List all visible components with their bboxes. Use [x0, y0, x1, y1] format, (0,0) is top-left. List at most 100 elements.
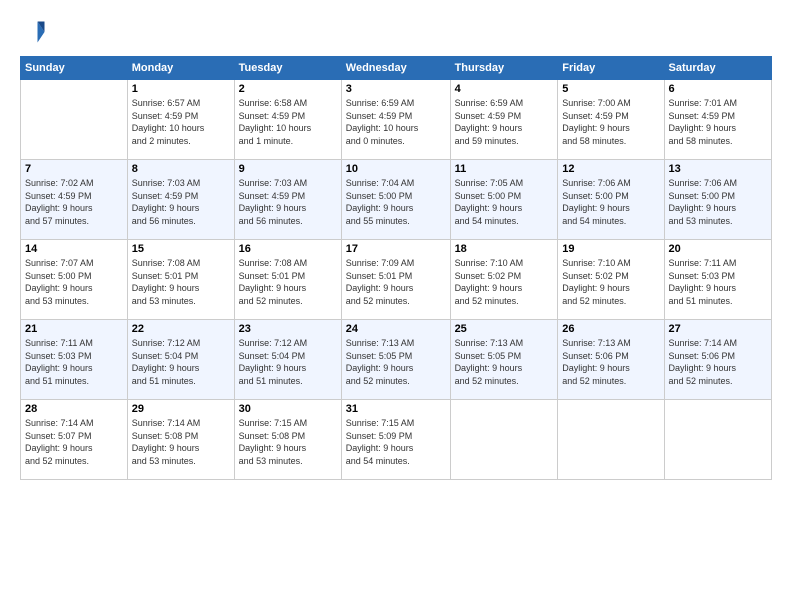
day-info: Sunrise: 6:59 AM Sunset: 4:59 PM Dayligh… — [455, 97, 554, 147]
day-number: 4 — [455, 83, 554, 95]
day-info: Sunrise: 7:09 AM Sunset: 5:01 PM Dayligh… — [346, 257, 446, 307]
calendar-cell: 6Sunrise: 7:01 AM Sunset: 4:59 PM Daylig… — [664, 80, 771, 160]
day-info: Sunrise: 7:06 AM Sunset: 5:00 PM Dayligh… — [562, 177, 659, 227]
calendar-cell: 19 Sunrise: 7:10 AM Sunset: 5:02 PM Dayli… — [558, 240, 664, 320]
day-number: 29 — [132, 403, 230, 415]
day-number: 10 — [346, 163, 446, 175]
calendar-cell: 29 Sunrise: 7:14 AM Sunset: 5:08 PM Dayli… — [127, 400, 234, 480]
calendar-cell: 27 Sunrise: 7:14 AM Sunset: 5:06 PM Dayli… — [664, 320, 771, 400]
day-number: 23 — [239, 323, 337, 335]
day-info: Sunrise: 7:14 AM Sunset: 5:08 PM Dayligh… — [132, 417, 230, 467]
calendar-cell: 28 Sunrise: 7:14 AM Sunset: 5:07 PM Dayli… — [21, 400, 128, 480]
day-of-week-header: Tuesday — [234, 57, 341, 80]
day-number: 19 — [562, 243, 659, 255]
day-of-week-header: Sunday — [21, 57, 128, 80]
calendar-table: SundayMondayTuesdayWednesdayThursdayFrid… — [20, 56, 772, 480]
calendar-week-row: 28 Sunrise: 7:14 AM Sunset: 5:07 PM Dayli… — [21, 400, 772, 480]
day-number: 20 — [669, 243, 767, 255]
day-number: 2 — [239, 83, 337, 95]
day-number: 21 — [25, 323, 123, 335]
day-info: Sunrise: 7:03 AM Sunset: 4:59 PM Dayligh… — [239, 177, 337, 227]
day-info: Sunrise: 7:11 AM Sunset: 5:03 PM Dayligh… — [669, 257, 767, 307]
day-info: Sunrise: 7:08 AM Sunset: 5:01 PM Dayligh… — [239, 257, 337, 307]
day-info: Sunrise: 7:00 AM Sunset: 4:59 PM Dayligh… — [562, 97, 659, 147]
day-info: Sunrise: 7:12 AM Sunset: 5:04 PM Dayligh… — [132, 337, 230, 387]
calendar-cell: 23 Sunrise: 7:12 AM Sunset: 5:04 PM Dayli… — [234, 320, 341, 400]
day-info: Sunrise: 7:04 AM Sunset: 5:00 PM Dayligh… — [346, 177, 446, 227]
day-info: Sunrise: 7:15 AM Sunset: 5:08 PM Dayligh… — [239, 417, 337, 467]
day-info: Sunrise: 7:01 AM Sunset: 4:59 PM Dayligh… — [669, 97, 767, 147]
day-info: Sunrise: 7:07 AM Sunset: 5:00 PM Dayligh… — [25, 257, 123, 307]
calendar-cell — [450, 400, 558, 480]
day-info: Sunrise: 7:10 AM Sunset: 5:02 PM Dayligh… — [562, 257, 659, 307]
day-info: Sunrise: 7:13 AM Sunset: 5:06 PM Dayligh… — [562, 337, 659, 387]
day-number: 15 — [132, 243, 230, 255]
day-info: Sunrise: 7:05 AM Sunset: 5:00 PM Dayligh… — [455, 177, 554, 227]
logo-icon — [20, 18, 48, 46]
calendar-cell — [558, 400, 664, 480]
day-number: 31 — [346, 403, 446, 415]
calendar-week-row: 21 Sunrise: 7:11 AM Sunset: 5:03 PM Dayli… — [21, 320, 772, 400]
day-of-week-header: Monday — [127, 57, 234, 80]
calendar-cell: 15 Sunrise: 7:08 AM Sunset: 5:01 PM Dayli… — [127, 240, 234, 320]
day-number: 13 — [669, 163, 767, 175]
calendar-cell: 21 Sunrise: 7:11 AM Sunset: 5:03 PM Dayli… — [21, 320, 128, 400]
day-number: 30 — [239, 403, 337, 415]
day-number: 5 — [562, 83, 659, 95]
day-number: 28 — [25, 403, 123, 415]
calendar-header-row: SundayMondayTuesdayWednesdayThursdayFrid… — [21, 57, 772, 80]
header — [20, 18, 772, 46]
calendar-cell: 8 Sunrise: 7:03 AM Sunset: 4:59 PM Daylig… — [127, 160, 234, 240]
calendar-cell: 13 Sunrise: 7:06 AM Sunset: 5:00 PM Dayli… — [664, 160, 771, 240]
calendar-week-row: 1Sunrise: 6:57 AM Sunset: 4:59 PM Daylig… — [21, 80, 772, 160]
calendar-week-row: 14 Sunrise: 7:07 AM Sunset: 5:00 PM Dayli… — [21, 240, 772, 320]
page: SundayMondayTuesdayWednesdayThursdayFrid… — [0, 0, 792, 612]
calendar-cell: 11 Sunrise: 7:05 AM Sunset: 5:00 PM Dayli… — [450, 160, 558, 240]
calendar-cell — [664, 400, 771, 480]
day-info: Sunrise: 7:14 AM Sunset: 5:07 PM Dayligh… — [25, 417, 123, 467]
day-info: Sunrise: 7:10 AM Sunset: 5:02 PM Dayligh… — [455, 257, 554, 307]
calendar-cell: 31 Sunrise: 7:15 AM Sunset: 5:09 PM Dayli… — [341, 400, 450, 480]
calendar-week-row: 7 Sunrise: 7:02 AM Sunset: 4:59 PM Daylig… — [21, 160, 772, 240]
day-number: 22 — [132, 323, 230, 335]
day-info: Sunrise: 6:59 AM Sunset: 4:59 PM Dayligh… — [346, 97, 446, 147]
day-info: Sunrise: 7:13 AM Sunset: 5:05 PM Dayligh… — [346, 337, 446, 387]
day-info: Sunrise: 7:03 AM Sunset: 4:59 PM Dayligh… — [132, 177, 230, 227]
day-info: Sunrise: 7:12 AM Sunset: 5:04 PM Dayligh… — [239, 337, 337, 387]
day-info: Sunrise: 7:08 AM Sunset: 5:01 PM Dayligh… — [132, 257, 230, 307]
day-number: 16 — [239, 243, 337, 255]
calendar-cell: 4 Sunrise: 6:59 AM Sunset: 4:59 PM Daylig… — [450, 80, 558, 160]
calendar-cell: 22 Sunrise: 7:12 AM Sunset: 5:04 PM Dayli… — [127, 320, 234, 400]
calendar-cell: 16 Sunrise: 7:08 AM Sunset: 5:01 PM Dayli… — [234, 240, 341, 320]
calendar-cell: 3Sunrise: 6:59 AM Sunset: 4:59 PM Daylig… — [341, 80, 450, 160]
calendar-cell: 20 Sunrise: 7:11 AM Sunset: 5:03 PM Dayli… — [664, 240, 771, 320]
day-number: 17 — [346, 243, 446, 255]
day-number: 27 — [669, 323, 767, 335]
day-number: 18 — [455, 243, 554, 255]
calendar-cell: 12 Sunrise: 7:06 AM Sunset: 5:00 PM Dayli… — [558, 160, 664, 240]
calendar-cell: 30 Sunrise: 7:15 AM Sunset: 5:08 PM Dayli… — [234, 400, 341, 480]
day-number: 7 — [25, 163, 123, 175]
day-number: 8 — [132, 163, 230, 175]
day-of-week-header: Friday — [558, 57, 664, 80]
day-number: 12 — [562, 163, 659, 175]
calendar-cell: 1Sunrise: 6:57 AM Sunset: 4:59 PM Daylig… — [127, 80, 234, 160]
day-info: Sunrise: 7:06 AM Sunset: 5:00 PM Dayligh… — [669, 177, 767, 227]
day-info: Sunrise: 7:02 AM Sunset: 4:59 PM Dayligh… — [25, 177, 123, 227]
calendar-cell: 18 Sunrise: 7:10 AM Sunset: 5:02 PM Dayli… — [450, 240, 558, 320]
day-of-week-header: Thursday — [450, 57, 558, 80]
day-of-week-header: Saturday — [664, 57, 771, 80]
calendar-cell: 7 Sunrise: 7:02 AM Sunset: 4:59 PM Daylig… — [21, 160, 128, 240]
calendar-cell — [21, 80, 128, 160]
day-info: Sunrise: 6:58 AM Sunset: 4:59 PM Dayligh… — [239, 97, 337, 147]
day-info: Sunrise: 7:15 AM Sunset: 5:09 PM Dayligh… — [346, 417, 446, 467]
day-number: 11 — [455, 163, 554, 175]
day-info: Sunrise: 7:13 AM Sunset: 5:05 PM Dayligh… — [455, 337, 554, 387]
calendar-cell: 25Sunrise: 7:13 AM Sunset: 5:05 PM Dayli… — [450, 320, 558, 400]
day-info: Sunrise: 7:14 AM Sunset: 5:06 PM Dayligh… — [669, 337, 767, 387]
day-info: Sunrise: 6:57 AM Sunset: 4:59 PM Dayligh… — [132, 97, 230, 147]
calendar-cell: 2 Sunrise: 6:58 AM Sunset: 4:59 PM Daylig… — [234, 80, 341, 160]
calendar-cell: 17 Sunrise: 7:09 AM Sunset: 5:01 PM Dayli… — [341, 240, 450, 320]
day-info: Sunrise: 7:11 AM Sunset: 5:03 PM Dayligh… — [25, 337, 123, 387]
day-number: 14 — [25, 243, 123, 255]
